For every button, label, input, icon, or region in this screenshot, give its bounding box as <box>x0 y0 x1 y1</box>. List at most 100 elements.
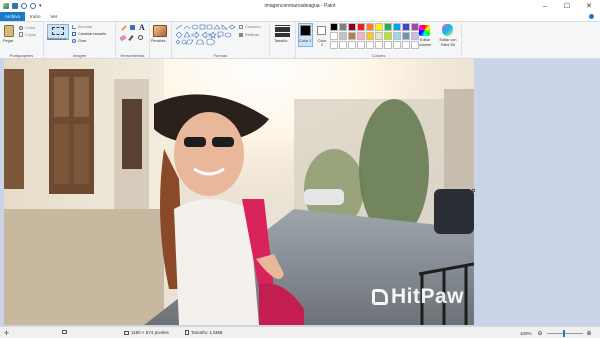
close-button[interactable]: ✕ <box>578 0 600 12</box>
cut-icon[interactable] <box>19 26 23 30</box>
outline-button[interactable]: Contorno <box>245 25 261 29</box>
color1-label: Color 1 <box>299 39 312 43</box>
size-button[interactable]: Tamaño <box>274 39 288 43</box>
edit-colors-button[interactable]: Editar colores <box>416 38 434 47</box>
pencil-icon[interactable] <box>121 25 127 31</box>
image-dimensions: 1190 × 674 píxeles <box>124 330 169 335</box>
shapes-group: Contorno Rellenar Formas <box>172 22 270 59</box>
tools-group-label: Herramientas <box>120 53 145 58</box>
canvas-resize-handle[interactable] <box>472 189 475 192</box>
palette-swatch[interactable] <box>402 32 410 40</box>
crop-icon[interactable] <box>72 25 76 29</box>
palette-swatch[interactable] <box>366 41 374 49</box>
paste-icon[interactable] <box>4 25 14 37</box>
palette-swatch[interactable] <box>357 23 365 31</box>
magnifier-icon[interactable] <box>138 35 143 40</box>
color2-label[interactable]: Color 2 <box>316 39 328 47</box>
palette-swatch[interactable] <box>384 23 392 31</box>
palette-swatch[interactable] <box>348 41 356 49</box>
select-button[interactable]: Seleccionar <box>47 37 67 41</box>
color-palette <box>330 23 420 53</box>
zoom-slider-thumb[interactable] <box>562 330 565 337</box>
fill-shape-icon[interactable] <box>239 33 243 37</box>
watermark-text: HitPaw <box>391 285 465 308</box>
canvas-area[interactable]: HitPaw <box>0 59 600 326</box>
fill-icon[interactable] <box>130 25 135 30</box>
palette-swatch[interactable] <box>348 23 356 31</box>
tab-view[interactable]: Ver <box>46 12 63 21</box>
cut-button[interactable]: Cortar <box>25 26 36 30</box>
palette-swatch[interactable] <box>402 23 410 31</box>
rotate-button[interactable]: Girar <box>78 39 86 43</box>
brushes-button[interactable]: Pinceles <box>151 39 165 43</box>
image-group-label: Imagen <box>72 53 87 58</box>
paste-button[interactable]: Pegar <box>3 39 13 43</box>
palette-swatch[interactable] <box>330 41 338 49</box>
palette-swatch[interactable] <box>339 23 347 31</box>
selection-size-icon <box>62 330 67 334</box>
rotate-icon[interactable] <box>72 39 76 43</box>
paint3d-icon[interactable] <box>442 24 453 36</box>
palette-swatch[interactable] <box>330 32 338 40</box>
palette-swatch[interactable] <box>393 32 401 40</box>
zoom-in-icon[interactable]: ⊕ <box>587 330 592 337</box>
window-title: imagenconmarcadeagua - Paint <box>264 3 336 9</box>
resize-button[interactable]: Cambiar tamaño <box>78 32 106 36</box>
edit-colors-icon[interactable] <box>419 25 430 36</box>
palette-swatch[interactable] <box>393 41 401 49</box>
palette-swatch[interactable] <box>357 32 365 40</box>
palette-swatch[interactable] <box>384 41 392 49</box>
tab-home[interactable]: Inicio <box>25 12 46 21</box>
copy-button[interactable]: Copiar <box>25 33 36 37</box>
color-picker-icon[interactable] <box>128 35 134 41</box>
palette-swatch[interactable] <box>375 32 383 40</box>
text-icon[interactable]: A <box>139 23 145 32</box>
brush-icon[interactable] <box>153 25 167 37</box>
resize-icon[interactable] <box>72 32 76 36</box>
palette-swatch[interactable] <box>339 32 347 40</box>
help-icon[interactable] <box>589 14 594 19</box>
zoom-out-icon[interactable]: ⊖ <box>538 330 543 337</box>
ribbon: Pegar Cortar Copiar Portapapeles Selecci… <box>0 21 600 59</box>
palette-swatch[interactable] <box>393 23 401 31</box>
minimize-button[interactable]: – <box>534 0 556 12</box>
size-group: Tamaño <box>270 22 296 59</box>
size-icon[interactable] <box>275 25 290 37</box>
zoom-level: 100% <box>520 331 532 336</box>
crop-button[interactable]: Recortar <box>78 25 93 29</box>
palette-swatch[interactable] <box>348 32 356 40</box>
palette-swatch[interactable] <box>339 41 347 49</box>
title-bar: ▾ imagenconmarcadeagua - Paint – ☐ ✕ <box>0 0 600 12</box>
palette-swatch[interactable] <box>357 41 365 49</box>
photo-canvas[interactable]: HitPaw <box>4 59 474 325</box>
shapes-gallery[interactable] <box>175 24 237 46</box>
clipboard-group: Pegar Cortar Copiar Portapapeles <box>0 22 44 59</box>
copy-icon[interactable] <box>19 32 23 37</box>
zoom-slider[interactable] <box>546 330 583 337</box>
palette-swatch[interactable] <box>366 23 374 31</box>
palette-swatch[interactable] <box>375 23 383 31</box>
dimensions-icon <box>124 330 129 335</box>
clipboard-group-label: Portapapeles <box>9 53 34 58</box>
palette-swatch[interactable] <box>402 41 410 49</box>
palette-swatch[interactable] <box>411 23 419 31</box>
eraser-icon[interactable] <box>119 34 127 42</box>
fill-button[interactable]: Rellenar <box>245 33 259 37</box>
palette-swatch[interactable] <box>375 41 383 49</box>
outline-icon[interactable] <box>239 25 243 29</box>
palette-swatch[interactable] <box>384 32 392 40</box>
palette-swatch[interactable] <box>366 32 374 40</box>
select-rect-icon <box>52 27 64 35</box>
hitpaw-logo-icon <box>372 289 388 305</box>
colors-group: Color 1 Color 2 Editar colores Editar co… <box>296 22 462 59</box>
file-size-text: Tamaño: 1,5MB <box>191 330 223 335</box>
dimensions-text: 1190 × 674 píxeles <box>131 330 169 335</box>
color2-swatch[interactable] <box>317 26 326 35</box>
paint3d-button[interactable]: Editar con Paint 3D <box>437 38 459 47</box>
tools-group: A Herramientas <box>116 22 150 59</box>
colors-group-label: Colores <box>371 53 386 58</box>
tab-file[interactable]: Archivo <box>0 12 26 21</box>
palette-swatch[interactable] <box>330 23 338 31</box>
maximize-button[interactable]: ☐ <box>556 0 578 12</box>
image-group: Seleccionar Recortar Cambiar tamaño Gira… <box>44 22 116 59</box>
